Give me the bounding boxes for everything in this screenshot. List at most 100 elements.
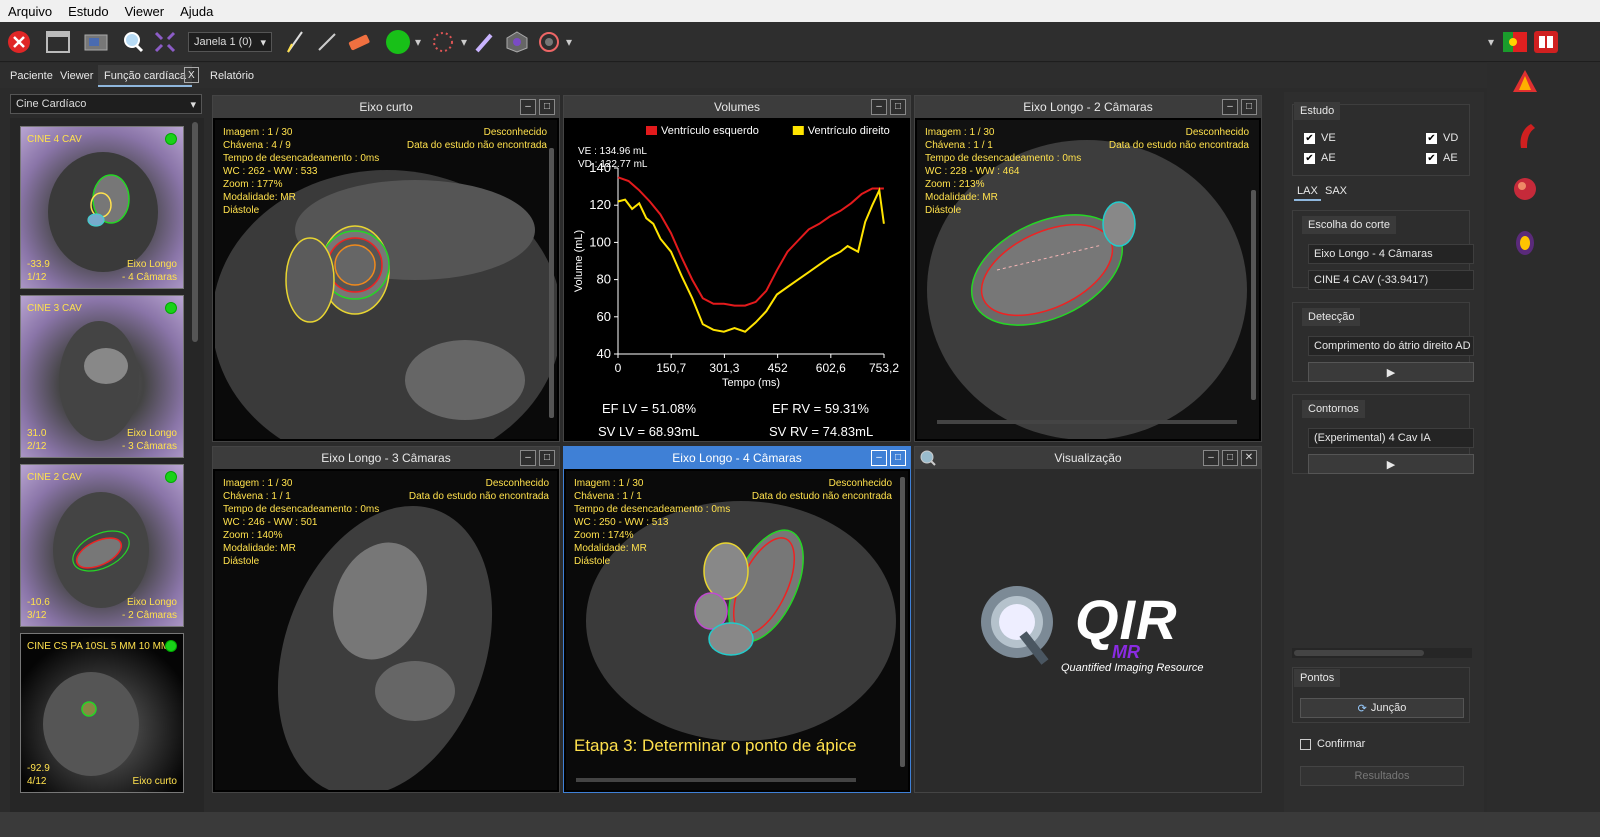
menu-estudo[interactable]: Estudo	[60, 4, 116, 19]
series-combo[interactable]: Cine Cardíaco ▾	[10, 94, 202, 114]
myocardium-icon[interactable]	[1511, 228, 1539, 258]
deteccao-label: Detecção	[1302, 308, 1361, 326]
fit-screen-icon[interactable]	[152, 26, 178, 58]
shape-icon[interactable]	[503, 26, 531, 58]
menu-arquivo[interactable]: Arquivo	[0, 4, 60, 19]
x-tick-label: 602,6	[816, 361, 846, 375]
subtab-lax[interactable]: LAX	[1294, 185, 1321, 201]
thumbnail-view-label: Eixo Longo - 3 Câmaras	[121, 428, 177, 452]
thumbnail-scrollbar[interactable]	[192, 122, 198, 342]
zoom-icon[interactable]	[120, 26, 146, 58]
maximize-button[interactable]: □	[539, 99, 555, 115]
menu-ajuda[interactable]: Ajuda	[172, 4, 221, 19]
tab-close-button[interactable]: X	[184, 67, 199, 83]
pen-icon[interactable]	[283, 26, 307, 58]
thumbnail-cine-4cav[interactable]: CINE 4 CAV -33.9 1/12 Eixo Longo - 4 Câmar…	[20, 126, 184, 289]
mri-image[interactable]: Imagem : 1 / 30 Chávena : 1 / 1 Tempo de d…	[917, 120, 1259, 439]
contornos-run-button[interactable]: ▶	[1308, 454, 1474, 474]
series-panel: Cine Cardíaco ▾ CINE 4 CAV -33.9 1/12 Eix…	[8, 92, 206, 812]
tab-paciente[interactable]: Paciente	[4, 65, 59, 87]
screen-capture-icon[interactable]	[82, 26, 110, 58]
tab-relatorio[interactable]: Relatório	[204, 65, 260, 87]
status-dot	[165, 302, 177, 314]
search-icon[interactable]	[919, 449, 937, 470]
maximize-button[interactable]: □	[539, 450, 555, 466]
checkbox-ae-left[interactable]: ✔ AE	[1304, 152, 1336, 164]
contornos-field[interactable]: (Experimental) 4 Cav IA	[1308, 428, 1474, 448]
spline-icon[interactable]	[428, 26, 458, 58]
window-select[interactable]: Janela 1 (0) ▾	[188, 32, 272, 52]
maximize-button[interactable]: □	[1222, 450, 1238, 466]
color-picker-icon[interactable]	[384, 26, 412, 58]
play-icon: ▶	[1386, 366, 1396, 379]
subtab-sax[interactable]: SAX	[1322, 185, 1350, 197]
mri-image[interactable]: Imagem : 1 / 30 Chávena : 1 / 1 Tempo de d…	[215, 471, 557, 790]
heart-icon[interactable]	[1511, 174, 1539, 202]
minimize-button[interactable]: –	[871, 450, 887, 466]
checkbox-vd[interactable]: ✔ VD	[1426, 132, 1458, 144]
viewport-two-chamber[interactable]: Eixo Longo - 2 Câmaras – □ Imagem : 1 / 3…	[914, 95, 1262, 442]
patient-info-overlay: Desconhecido Data do estudo não encontrad…	[406, 127, 547, 151]
line-icon[interactable]	[315, 26, 339, 58]
viewport-scrollbar[interactable]	[1251, 190, 1256, 400]
viewport-short-axis[interactable]: Eixo curto – □ Imagem : 1 / 30 Chávena : 4…	[212, 95, 560, 442]
volumes-panel: Volumes – □ 40 60 80 100 120 140 0 150,7 301,3 452…	[563, 95, 911, 442]
patient-info-overlay: Desconhecido Data do estudo não encontrad…	[1108, 127, 1249, 151]
tab-viewer[interactable]: Viewer	[54, 65, 99, 87]
maximize-button[interactable]: □	[890, 99, 906, 115]
control-panel: Estudo ✔ VE ✔ VD ✔ AE ✔ AE LAX SAX Escolha d…	[1284, 92, 1484, 812]
menu-bar: Arquivo Estudo Viewer Ajuda	[0, 0, 1600, 22]
close-icon[interactable]	[6, 26, 32, 58]
volumes-title: Volumes	[713, 100, 761, 114]
brush-icon[interactable]	[472, 26, 498, 58]
mri-image[interactable]: Imagem : 1 / 30 Chávena : 4 / 9 Tempo de d…	[215, 120, 557, 439]
menu-viewer[interactable]: Viewer	[117, 4, 173, 19]
minimize-button[interactable]: –	[871, 99, 887, 115]
status-dot	[165, 133, 177, 145]
chevron-down-icon[interactable]: ▾	[1486, 26, 1496, 58]
chevron-down-icon[interactable]: ▾	[459, 26, 469, 58]
tab-funcao-cardiaca[interactable]: Função cardíaca	[98, 65, 192, 87]
viewport-scrollbar[interactable]	[549, 148, 554, 418]
viewport-three-chamber[interactable]: Eixo Longo - 3 Câmaras – □ Imagem : 1 / 3…	[212, 446, 560, 793]
viewport-title: Eixo Longo - 3 Câmaras	[321, 451, 451, 465]
panel-scrollbar[interactable]	[1292, 648, 1472, 658]
series-combo-label: Cine Cardíaco	[16, 98, 87, 110]
escolha-series-field[interactable]: CINE 4 CAV (-33.9417)	[1308, 270, 1474, 290]
language-flag-icon[interactable]	[1502, 26, 1528, 58]
resultados-button[interactable]: Resultados	[1300, 766, 1464, 786]
minimize-button[interactable]: –	[520, 99, 536, 115]
eraser-icon[interactable]	[345, 26, 373, 58]
maximize-button[interactable]: □	[1241, 99, 1257, 115]
maximize-button[interactable]: □	[890, 450, 906, 466]
juncao-button[interactable]: ⟳ Junção	[1300, 698, 1464, 718]
heart-tool-icon[interactable]	[535, 26, 563, 58]
minimize-button[interactable]: –	[1203, 450, 1219, 466]
manual-book-icon[interactable]	[1533, 26, 1559, 58]
thumbnail-cine-cs[interactable]: CINE CS PA 10SL 5 MM 10 MM -92.9 4/12 Eix…	[20, 633, 184, 793]
mri-image[interactable]: Imagem : 1 / 30 Chávena : 1 / 1 Tempo de d…	[566, 471, 908, 790]
x-axis-label: Tempo (ms)	[722, 377, 780, 389]
aorta-icon[interactable]	[1511, 120, 1539, 150]
deteccao-field[interactable]: Comprimento do átrio direito AD	[1308, 336, 1474, 356]
unchecked-box	[1300, 738, 1311, 750]
image-info-overlay: Imagem : 1 / 30 Chávena : 1 / 1 Tempo de d…	[223, 478, 380, 567]
viewport-scrollbar[interactable]	[900, 477, 905, 767]
pontos-label: Pontos	[1294, 669, 1341, 687]
chevron-down-icon[interactable]: ▾	[413, 26, 423, 58]
minimize-button[interactable]: –	[520, 450, 536, 466]
chevron-down-icon[interactable]: ▾	[564, 26, 574, 58]
window-icon[interactable]	[44, 26, 72, 58]
checkbox-ve[interactable]: ✔ VE	[1304, 132, 1336, 144]
thumbnail-title: CINE 3 CAV	[27, 303, 82, 314]
minimize-button[interactable]: –	[1222, 99, 1238, 115]
checkbox-ae-right[interactable]: ✔ AE	[1426, 152, 1458, 164]
thumbnail-cine-3cav[interactable]: CINE 3 CAV 31.0 2/12 Eixo Longo - 3 Câmara…	[20, 295, 184, 458]
escolha-slice-field[interactable]: Eixo Longo - 4 Câmaras	[1308, 244, 1474, 264]
close-button[interactable]: ✕	[1241, 450, 1257, 466]
viewport-four-chamber[interactable]: Eixo Longo - 4 Câmaras – □ Imagem : 1 / 3…	[563, 446, 911, 793]
confirmar-checkbox[interactable]: Confirmar	[1300, 738, 1365, 750]
thumbnail-cine-2cav[interactable]: CINE 2 CAV -10.6 3/12 Eixo Longo - 2 Câmar…	[20, 464, 184, 627]
heart-chambers-icon[interactable]	[1511, 68, 1539, 96]
deteccao-run-button[interactable]: ▶	[1308, 362, 1474, 382]
